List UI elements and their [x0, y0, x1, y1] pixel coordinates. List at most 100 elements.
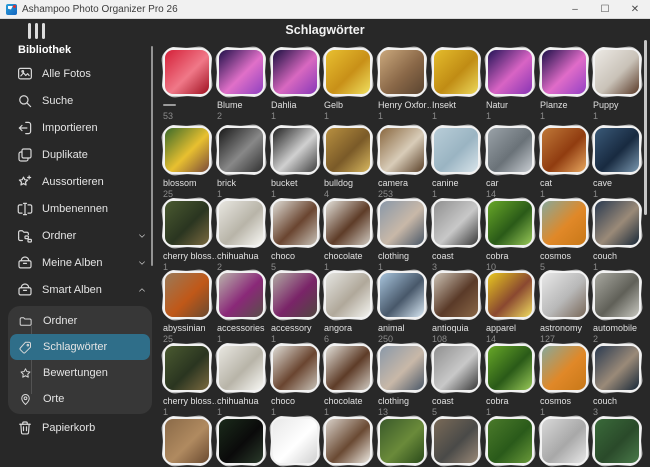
tag-thumbnail[interactable]: [432, 417, 480, 465]
tag-tile[interactable]: [590, 45, 644, 99]
tag-tile[interactable]: [590, 268, 644, 322]
tag-tile[interactable]: [483, 268, 537, 322]
chevron-down-icon[interactable]: [137, 231, 147, 241]
tag-thumbnail[interactable]: [593, 126, 641, 174]
tag-tile[interactable]: [429, 45, 483, 99]
tag-thumbnail[interactable]: [271, 271, 319, 319]
tag-tile[interactable]: [483, 341, 537, 395]
tag-thumbnail[interactable]: [432, 271, 480, 319]
tag-tile[interactable]: [537, 45, 591, 99]
tag-tile-partial[interactable]: [321, 414, 375, 467]
tag-thumbnail[interactable]: [432, 126, 480, 174]
chevron-up-icon[interactable]: [137, 285, 147, 295]
sidebar-item-suche[interactable]: Suche: [0, 87, 160, 114]
tag-thumbnail[interactable]: [163, 344, 211, 392]
minimize-button[interactable]: –: [560, 0, 590, 18]
tag-tile[interactable]: [214, 123, 268, 177]
tag-tile[interactable]: [537, 123, 591, 177]
tag-thumbnail[interactable]: [432, 344, 480, 392]
sidebar-subitem-orte[interactable]: Orte: [10, 386, 150, 412]
tag-thumbnail[interactable]: [217, 271, 265, 319]
tag-tile-partial[interactable]: [590, 414, 644, 467]
tag-tile[interactable]: [375, 341, 429, 395]
tag-thumbnail[interactable]: [163, 271, 211, 319]
tag-tile[interactable]: [537, 341, 591, 395]
tag-tile-partial[interactable]: [483, 414, 537, 467]
tag-thumbnail[interactable]: [540, 199, 588, 247]
tag-thumbnail[interactable]: [324, 417, 372, 465]
tag-thumbnail[interactable]: [163, 48, 211, 96]
tag-thumbnail[interactable]: [324, 126, 372, 174]
sidebar-item-smart-alben[interactable]: Smart Alben: [0, 276, 160, 303]
tag-thumbnail[interactable]: [540, 271, 588, 319]
tag-thumbnail[interactable]: [324, 48, 372, 96]
tag-tile[interactable]: [214, 268, 268, 322]
tag-tile-partial[interactable]: [537, 414, 591, 467]
sidebar-item-meine-alben[interactable]: Meine Alben: [0, 249, 160, 276]
sidebar-item-aussortieren[interactable]: Aussortieren: [0, 168, 160, 195]
sidebar-subitem-schlagwoerter[interactable]: Schlagwörter: [10, 334, 150, 360]
sidebar-item-alle-fotos[interactable]: Alle Fotos: [0, 60, 160, 87]
tag-tile[interactable]: [321, 268, 375, 322]
tag-tile[interactable]: [160, 123, 214, 177]
tag-thumbnail[interactable]: [378, 271, 426, 319]
tag-thumbnail[interactable]: [486, 199, 534, 247]
menu-toggle-button[interactable]: [28, 23, 45, 39]
tag-thumbnail[interactable]: [378, 48, 426, 96]
sidebar-item-ordner[interactable]: Ordner: [0, 222, 160, 249]
tag-tile[interactable]: [590, 341, 644, 395]
tag-thumbnail[interactable]: [271, 344, 319, 392]
tag-thumbnail[interactable]: [593, 48, 641, 96]
tag-tile[interactable]: [268, 196, 322, 250]
tag-thumbnail[interactable]: [486, 126, 534, 174]
tag-tile[interactable]: [214, 341, 268, 395]
tag-tile[interactable]: [321, 341, 375, 395]
tag-tile[interactable]: [268, 268, 322, 322]
tag-tile[interactable]: [375, 123, 429, 177]
tag-thumbnail[interactable]: [486, 344, 534, 392]
tag-tile[interactable]: [483, 196, 537, 250]
tag-thumbnail[interactable]: [432, 199, 480, 247]
sidebar-subitem-bewertungen[interactable]: Bewertungen: [10, 360, 150, 386]
tag-tile[interactable]: [214, 45, 268, 99]
tag-tile[interactable]: [590, 123, 644, 177]
tag-thumbnail[interactable]: [271, 199, 319, 247]
tag-tile[interactable]: [268, 45, 322, 99]
tag-tile[interactable]: [214, 196, 268, 250]
tag-thumbnail[interactable]: [378, 417, 426, 465]
sidebar-item-umbenennen[interactable]: Umbenennen: [0, 195, 160, 222]
tag-thumbnail[interactable]: [540, 126, 588, 174]
chevron-down-icon[interactable]: [137, 258, 147, 268]
tag-thumbnail[interactable]: [593, 271, 641, 319]
tag-thumbnail[interactable]: [593, 417, 641, 465]
tag-tile[interactable]: [375, 268, 429, 322]
sidebar-item-papierkorb[interactable]: Papierkorb: [0, 414, 160, 441]
tag-thumbnail[interactable]: [378, 199, 426, 247]
sidebar-item-duplikate[interactable]: Duplikate: [0, 141, 160, 168]
tag-tile[interactable]: [160, 268, 214, 322]
tag-tile[interactable]: [268, 341, 322, 395]
tag-tile[interactable]: [429, 196, 483, 250]
tag-thumbnail[interactable]: [271, 126, 319, 174]
tag-thumbnail[interactable]: [163, 126, 211, 174]
tag-thumbnail[interactable]: [163, 199, 211, 247]
tag-tile[interactable]: [321, 123, 375, 177]
tag-thumbnail[interactable]: [486, 271, 534, 319]
tag-thumbnail[interactable]: [593, 344, 641, 392]
tag-tile[interactable]: [537, 196, 591, 250]
tag-tile[interactable]: [375, 45, 429, 99]
tag-thumbnail[interactable]: [324, 344, 372, 392]
tag-tile[interactable]: [429, 341, 483, 395]
tag-thumbnail[interactable]: [540, 417, 588, 465]
sidebar-item-importieren[interactable]: Importieren: [0, 114, 160, 141]
tag-thumbnail[interactable]: [217, 199, 265, 247]
tag-thumbnail[interactable]: [271, 48, 319, 96]
tag-tile[interactable]: [483, 123, 537, 177]
tag-tile[interactable]: [483, 45, 537, 99]
sidebar-subitem-smart-ordner[interactable]: Ordner: [10, 308, 150, 334]
tag-thumbnail[interactable]: [486, 48, 534, 96]
tag-thumbnail[interactable]: [378, 344, 426, 392]
tag-tile-partial[interactable]: [160, 414, 214, 467]
tag-thumbnail[interactable]: [593, 199, 641, 247]
tag-thumbnail[interactable]: [378, 126, 426, 174]
